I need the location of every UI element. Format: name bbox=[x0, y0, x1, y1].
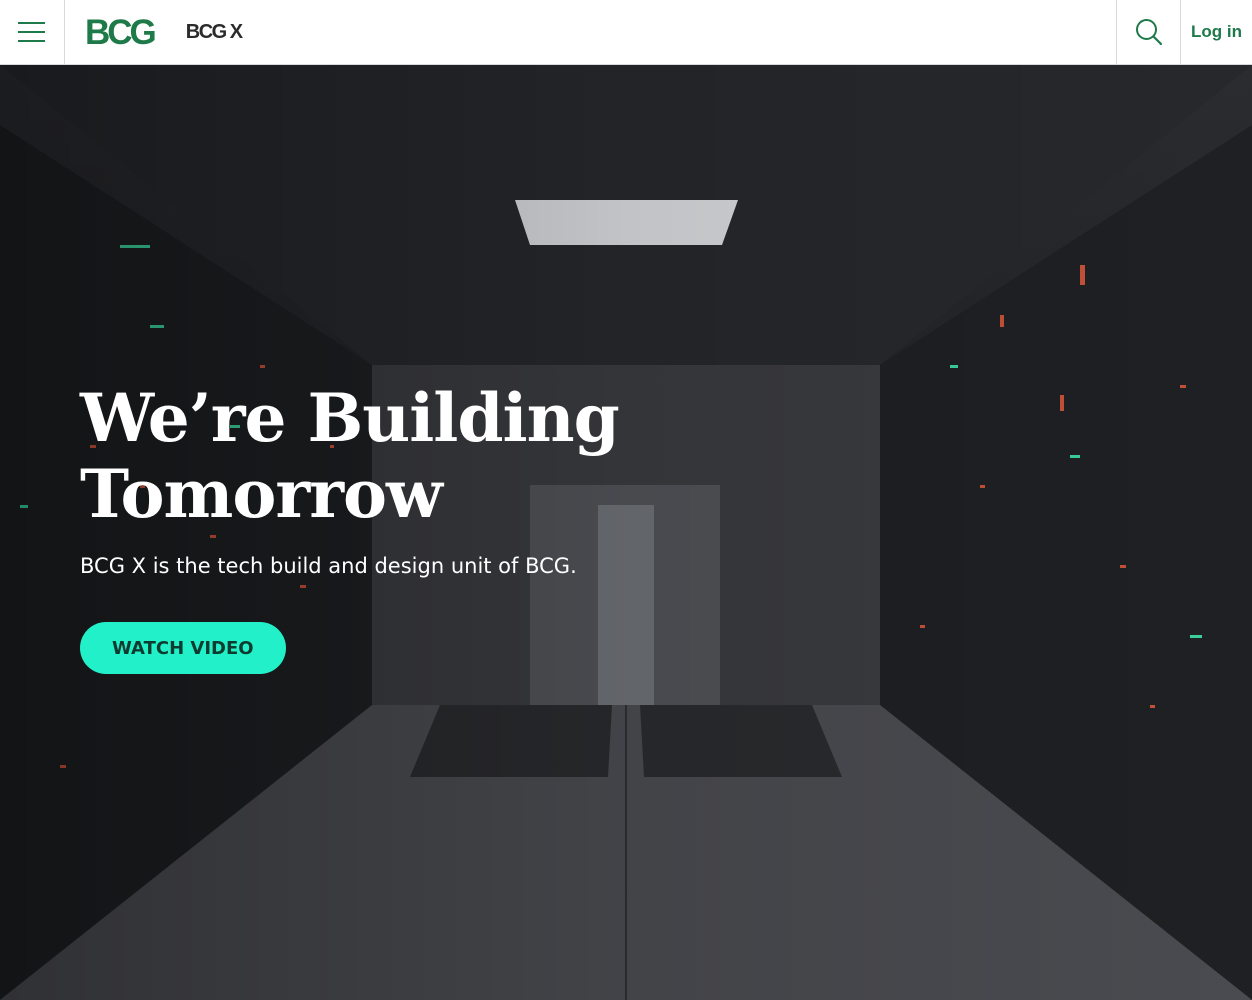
hero-title: We’re Building Tomorrow bbox=[80, 380, 780, 532]
brand-logos: BCG BCG X bbox=[65, 0, 1116, 64]
top-navigation-bar: BCG BCG X Log in bbox=[0, 0, 1252, 65]
menu-button[interactable] bbox=[0, 0, 65, 64]
hero-title-line-1: We’re Building bbox=[80, 379, 620, 457]
hero-content: We’re Building Tomorrow BCG X is the tec… bbox=[80, 380, 780, 674]
hero-title-line-2: Tomorrow bbox=[80, 455, 443, 533]
watch-video-button[interactable]: WATCH VIDEO bbox=[80, 622, 286, 674]
hero-banner: We’re Building Tomorrow BCG X is the tec… bbox=[0, 65, 1252, 1000]
bcg-logo[interactable]: BCG bbox=[85, 15, 157, 50]
search-icon bbox=[1135, 19, 1162, 46]
hero-subtitle: BCG X is the tech build and design unit … bbox=[80, 554, 577, 578]
search-button[interactable] bbox=[1116, 0, 1180, 64]
bcg-x-logo[interactable]: BCG X bbox=[186, 22, 243, 42]
hamburger-menu-icon bbox=[18, 22, 45, 42]
login-link[interactable]: Log in bbox=[1180, 0, 1252, 64]
